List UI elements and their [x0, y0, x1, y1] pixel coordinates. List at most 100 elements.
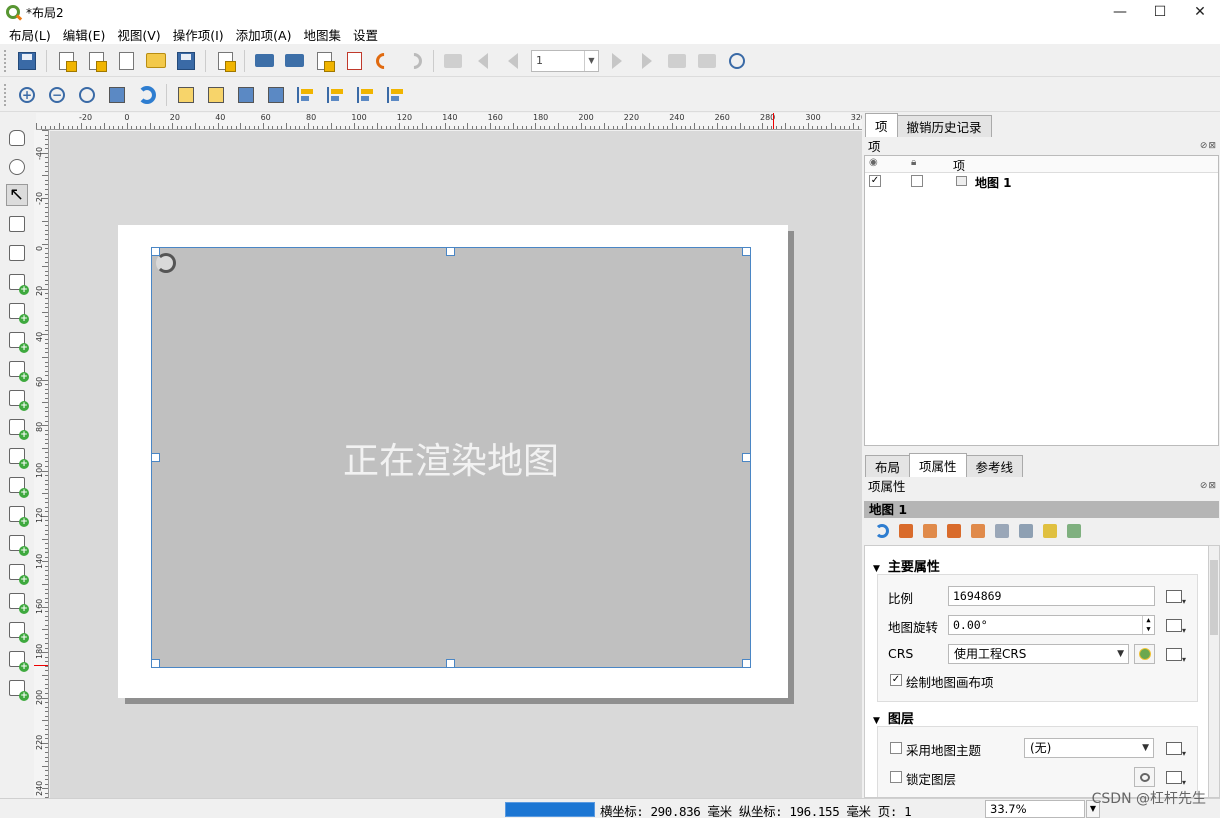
toolbar-grip[interactable] — [4, 49, 8, 72]
lock-checkbox[interactable] — [911, 175, 923, 187]
lock-styles-button[interactable] — [1134, 767, 1155, 787]
lock-layers-checkbox[interactable] — [890, 771, 902, 783]
add-marker-tool[interactable] — [6, 503, 29, 527]
atlas-settings-button[interactable] — [726, 50, 748, 72]
view-extent-icon[interactable] — [923, 524, 937, 538]
resize-button[interactable] — [385, 84, 407, 106]
zoom-full-button[interactable] — [106, 84, 128, 106]
zoom-100-button[interactable] — [76, 84, 98, 106]
bookmark-icon[interactable] — [995, 524, 1009, 538]
clipping-icon[interactable] — [1067, 524, 1081, 538]
data-defined-override-icon[interactable] — [1164, 588, 1186, 606]
map-theme-combo[interactable]: (无) ▼ — [1024, 738, 1154, 758]
resize-handle-nw[interactable] — [151, 247, 160, 256]
layout-canvas[interactable]: 正在渲染地图 — [50, 131, 862, 798]
redo-button[interactable] — [402, 49, 426, 72]
select-move-tool[interactable]: ↖ — [6, 184, 28, 206]
resize-handle-s[interactable] — [446, 659, 455, 668]
zoom-input[interactable]: 33.7% — [985, 800, 1085, 818]
refresh-button[interactable] — [136, 84, 158, 106]
add-attribute-table-tool[interactable] — [6, 619, 29, 643]
resize-handle-sw[interactable] — [151, 659, 160, 668]
ungroup-items-button[interactable] — [265, 84, 287, 106]
save-button[interactable] — [16, 50, 38, 72]
resize-handle-n[interactable] — [446, 247, 455, 256]
map-item[interactable]: 正在渲染地图 — [151, 247, 751, 668]
atlas-page-combo[interactable]: 1 ▼ — [531, 49, 599, 72]
add-elevation-profile-tool[interactable] — [6, 677, 29, 701]
set-extent-icon[interactable] — [899, 524, 913, 538]
menu-add-item[interactable]: 添加项(A) — [231, 25, 299, 44]
layers-section[interactable]: ▼ 图层 — [873, 708, 914, 727]
distribute-button[interactable] — [355, 84, 377, 106]
item-name[interactable]: 地图 1 — [975, 174, 1012, 191]
open-template-button[interactable] — [145, 50, 167, 72]
last-feature-button[interactable] — [636, 50, 658, 72]
data-defined-override-icon[interactable] — [1164, 617, 1186, 635]
panel-float-close-buttons[interactable]: ⊘⊠ — [1200, 141, 1217, 151]
align-left-button[interactable] — [295, 84, 317, 106]
group-items-button[interactable] — [235, 84, 257, 106]
add-scalebar-tool[interactable] — [6, 416, 29, 440]
scrollbar-thumb[interactable] — [1210, 560, 1218, 635]
tab-undo-history[interactable]: 撤销历史记录 — [896, 115, 992, 137]
first-feature-button[interactable] — [472, 50, 494, 72]
close-button[interactable]: ✕ — [1180, 0, 1220, 24]
follow-theme-checkbox[interactable] — [890, 742, 902, 754]
export-pdf-button[interactable] — [343, 50, 365, 72]
raise-item-button[interactable] — [175, 84, 197, 106]
next-feature-button[interactable] — [606, 50, 628, 72]
zoom-tool[interactable] — [6, 156, 28, 178]
export-svg-button[interactable] — [313, 50, 335, 72]
scale-input[interactable]: 1694869 — [948, 586, 1155, 606]
data-defined-override-icon[interactable] — [1164, 646, 1186, 664]
lock-items-button[interactable] — [205, 84, 227, 106]
tree-row[interactable]: ✓ 地图 1 — [865, 173, 1218, 190]
add-pages-button[interactable] — [214, 50, 236, 72]
set-scale-icon[interactable] — [947, 524, 961, 538]
tab-items[interactable]: 项 — [865, 113, 898, 137]
resize-handle-w[interactable] — [151, 453, 160, 462]
zoom-out-button[interactable]: − — [46, 84, 68, 106]
visibility-checkbox[interactable]: ✓ — [869, 175, 881, 187]
add-html-tool[interactable] — [6, 590, 29, 614]
labeling-icon[interactable] — [1043, 524, 1057, 538]
move-content-tool[interactable] — [6, 213, 28, 235]
tab-guides[interactable]: 参考线 — [965, 455, 1024, 477]
edit-nodes-tool[interactable] — [6, 242, 28, 264]
add-label-tool[interactable] — [6, 358, 29, 382]
maximize-button[interactable]: ☐ — [1140, 0, 1180, 24]
menu-settings[interactable]: 设置 — [348, 25, 385, 44]
new-layout-button[interactable] — [55, 50, 77, 72]
add-polygon-tool[interactable] — [6, 561, 29, 585]
resize-handle-ne[interactable] — [742, 247, 751, 256]
export-atlas-button[interactable] — [696, 50, 718, 72]
menu-items[interactable]: 操作项(I) — [168, 25, 231, 44]
properties-scrollbar[interactable] — [1208, 545, 1220, 798]
menu-atlas[interactable]: 地图集 — [298, 25, 348, 44]
view-scale-icon[interactable] — [971, 524, 985, 538]
vertical-ruler[interactable]: -40 -20 0 20 40 60 80 100 120 140 160 180 200 220 240 — [34, 130, 49, 798]
rotation-input[interactable]: 0.00° ▲ ▼ — [948, 615, 1155, 635]
menu-layout[interactable]: 布局(L) — [4, 25, 58, 44]
minimize-button[interactable]: — — [1100, 0, 1140, 24]
print-atlas-button[interactable] — [666, 50, 688, 72]
resize-handle-se[interactable] — [742, 659, 751, 668]
pan-tool[interactable] — [6, 127, 28, 149]
move-content-icon[interactable] — [1019, 524, 1033, 538]
undo-button[interactable] — [372, 49, 396, 72]
tab-layout[interactable]: 布局 — [865, 455, 911, 477]
duplicate-layout-button[interactable] — [85, 50, 107, 72]
add-north-arrow-tool[interactable] — [6, 445, 29, 469]
select-crs-button[interactable] — [1134, 644, 1155, 664]
chevron-down-icon[interactable]: ▼ — [584, 50, 598, 71]
export-image-button[interactable] — [283, 50, 305, 72]
spinbox-arrows[interactable]: ▲ ▼ — [1142, 616, 1154, 634]
data-defined-override-icon[interactable] — [1164, 740, 1186, 758]
crs-combo[interactable]: 使用工程CRS ▼ — [948, 644, 1129, 664]
add-legend-tool[interactable] — [6, 387, 29, 411]
layout-manager-button[interactable] — [115, 50, 137, 72]
items-column-header[interactable]: 项 — [953, 157, 965, 174]
add-arrow-tool[interactable] — [6, 532, 29, 556]
add-picture-tool[interactable] — [6, 329, 29, 353]
